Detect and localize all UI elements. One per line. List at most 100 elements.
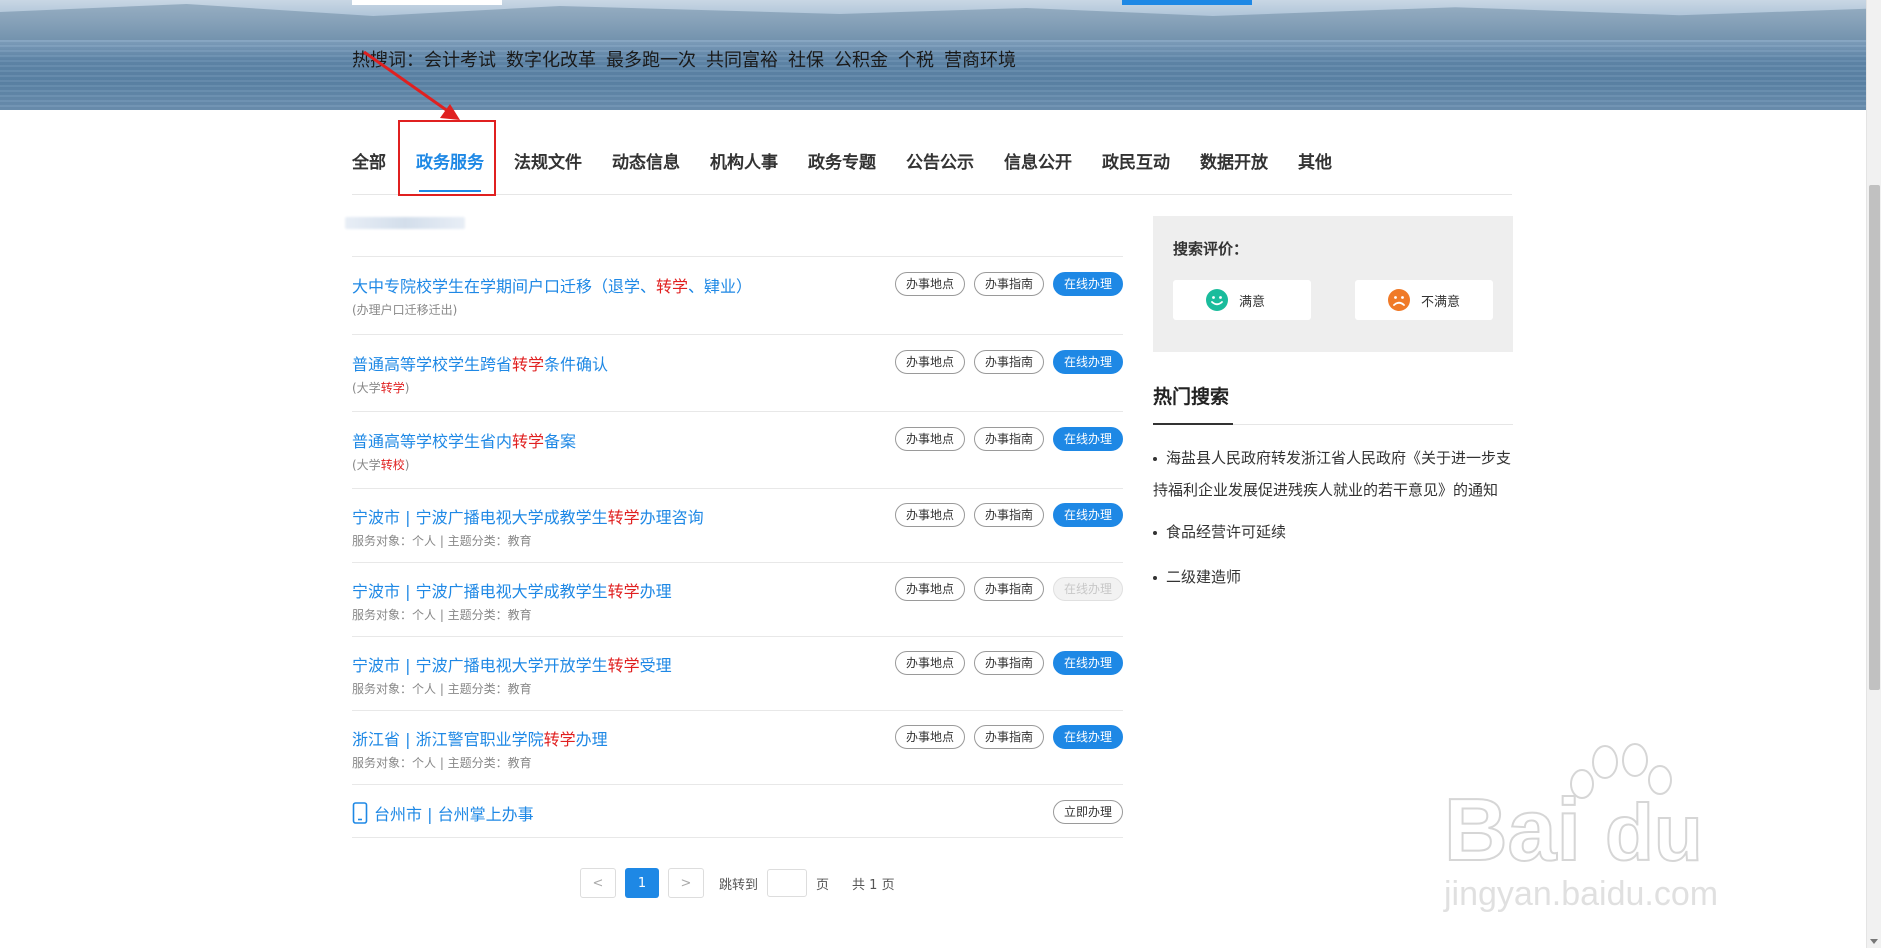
hot-word[interactable]: 公积金 bbox=[834, 46, 888, 72]
result-actions: 立即办理 bbox=[1052, 800, 1123, 824]
result-actions: 办事地点 办事指南 在线办理 bbox=[894, 577, 1123, 601]
result-item: 普通高等学校学生省内转学备案 (大学转校) 办事地点 办事指南 在线办理 bbox=[352, 411, 1123, 488]
online-handle-button[interactable]: 在线办理 bbox=[1052, 651, 1123, 675]
online-handle-button[interactable]: 在线办理 bbox=[1052, 725, 1123, 749]
office-location-button[interactable]: 办事地点 bbox=[894, 272, 965, 296]
service-guide-button[interactable]: 办事指南 bbox=[973, 272, 1044, 296]
category-tabs: 全部 政务服务 法规文件 动态信息 机构人事 政务专题 公告公示 信息公开 政民… bbox=[352, 150, 1347, 192]
next-page-button[interactable]: > bbox=[668, 868, 704, 898]
result-actions: 办事地点 办事指南 在线办理 bbox=[894, 350, 1123, 374]
result-actions: 办事地点 办事指南 在线办理 bbox=[894, 272, 1123, 296]
page-scrollbar[interactable] bbox=[1866, 0, 1881, 948]
hot-search-item[interactable]: 二级建造师 bbox=[1153, 561, 1513, 593]
search-evaluation-panel: 搜索评价： 满意 不满意 bbox=[1153, 216, 1513, 352]
results-list: 大中专院校学生在学期间户口迁移（退学、转学、肄业） (办理户口迁移迁出) 办事地… bbox=[352, 256, 1123, 838]
hot-word[interactable]: 营商环境 bbox=[944, 46, 1016, 72]
unsatisfied-button[interactable]: 不满意 bbox=[1355, 280, 1493, 320]
hot-search-list: 海盐县人民政府转发浙江省人民政府《关于进一步支持福利企业发展促进残疾人就业的若干… bbox=[1153, 442, 1513, 593]
service-guide-button[interactable]: 办事指南 bbox=[973, 651, 1044, 675]
result-actions: 办事地点 办事指南 在线办理 bbox=[894, 503, 1123, 527]
result-item-mobile: 台州市 | 台州掌上办事 立即办理 bbox=[352, 784, 1123, 838]
hot-word[interactable]: 共同富裕 bbox=[706, 46, 778, 72]
smile-icon bbox=[1206, 289, 1228, 311]
office-location-button[interactable]: 办事地点 bbox=[894, 651, 965, 675]
service-guide-button[interactable]: 办事指南 bbox=[973, 725, 1044, 749]
tab-other[interactable]: 其他 bbox=[1283, 150, 1347, 176]
tab-announcements[interactable]: 公告公示 bbox=[891, 150, 989, 176]
hot-word[interactable]: 数字化改革 bbox=[506, 46, 596, 72]
tab-news[interactable]: 动态信息 bbox=[597, 150, 695, 176]
result-item: 宁波市 | 宁波广播电视大学成教学生转学办理 服务对象：个人 | 主题分类：教育… bbox=[352, 562, 1123, 636]
result-subtitle: 服务对象：个人 | 主题分类：教育 bbox=[352, 534, 532, 548]
search-button-edge[interactable] bbox=[1122, 0, 1252, 5]
result-item: 浙江省 | 浙江警官职业学院转学办理 服务对象：个人 | 主题分类：教育 办事地… bbox=[352, 710, 1123, 784]
tab-regulations[interactable]: 法规文件 bbox=[499, 150, 597, 176]
svg-text:du: du bbox=[1605, 788, 1703, 877]
current-page-button[interactable]: 1 bbox=[625, 868, 659, 898]
svg-text:jingyan.baidu.com: jingyan.baidu.com bbox=[1443, 875, 1718, 913]
result-actions: 办事地点 办事指南 在线办理 bbox=[894, 427, 1123, 451]
bullet-icon bbox=[1153, 530, 1157, 535]
search-input-edge[interactable] bbox=[352, 0, 502, 5]
service-guide-button[interactable]: 办事指南 bbox=[973, 350, 1044, 374]
hot-word[interactable]: 社保 bbox=[788, 46, 824, 72]
office-location-button[interactable]: 办事地点 bbox=[894, 427, 965, 451]
annotation-arrow-icon bbox=[363, 50, 460, 120]
top-banner: 热搜词： 会计考试 数字化改革 最多跑一次 共同富裕 社保 公积金 个税 营商环… bbox=[0, 0, 1866, 110]
result-subtitle: 服务对象：个人 | 主题分类：教育 bbox=[352, 682, 532, 696]
tab-topics[interactable]: 政务专题 bbox=[793, 150, 891, 176]
tab-all[interactable]: 全部 bbox=[352, 150, 401, 176]
tab-interaction[interactable]: 政民互动 bbox=[1087, 150, 1185, 176]
pagination: < 1 > 跳转到 页 共 1 页 bbox=[580, 868, 895, 898]
bullet-icon bbox=[1153, 456, 1157, 461]
result-subtitle: (大学转校) bbox=[352, 458, 410, 472]
hot-search-item[interactable]: 海盐县人民政府转发浙江省人民政府《关于进一步支持福利企业发展促进残疾人就业的若干… bbox=[1153, 442, 1513, 506]
service-guide-button[interactable]: 办事指南 bbox=[973, 577, 1044, 601]
satisfied-label: 满意 bbox=[1239, 294, 1266, 310]
online-handle-button[interactable]: 在线办理 bbox=[1052, 350, 1123, 374]
bullet-icon bbox=[1153, 575, 1157, 580]
result-item: 宁波市 | 宁波广播电视大学成教学生转学办理咨询 服务对象：个人 | 主题分类：… bbox=[352, 488, 1123, 562]
result-item: 普通高等学校学生跨省转学条件确认 (大学转学) 办事地点 办事指南 在线办理 bbox=[352, 334, 1123, 411]
tab-personnel[interactable]: 机构人事 bbox=[695, 150, 793, 176]
evaluation-label: 搜索评价： bbox=[1173, 240, 1249, 258]
jump-label: 跳转到 bbox=[719, 877, 759, 893]
result-title[interactable]: 台州市 | 台州掌上办事 bbox=[352, 801, 1123, 825]
result-item: 宁波市 | 宁波广播电视大学开放学生转学受理 服务对象：个人 | 主题分类：教育… bbox=[352, 636, 1123, 710]
annotation-highlight-box bbox=[398, 120, 496, 196]
baidu-jingyan-watermark: Bai du jingyan.baidu.com bbox=[1443, 743, 1718, 913]
satisfied-button[interactable]: 满意 bbox=[1173, 280, 1311, 320]
svg-text:Bai: Bai bbox=[1444, 780, 1581, 879]
result-subtitle: (办理户口迁移迁出) bbox=[352, 303, 458, 317]
page-unit-label: 页 bbox=[816, 877, 830, 893]
office-location-button[interactable]: 办事地点 bbox=[894, 350, 965, 374]
online-handle-button[interactable]: 在线办理 bbox=[1052, 427, 1123, 451]
online-handle-button-disabled: 在线办理 bbox=[1052, 577, 1123, 601]
scroll-down-icon[interactable] bbox=[1870, 939, 1878, 944]
tab-info-disclosure[interactable]: 信息公开 bbox=[989, 150, 1087, 176]
online-handle-button[interactable]: 在线办理 bbox=[1052, 503, 1123, 527]
banner-hills bbox=[0, 4, 1866, 40]
office-location-button[interactable]: 办事地点 bbox=[894, 503, 965, 527]
office-location-button[interactable]: 办事地点 bbox=[894, 725, 965, 749]
service-guide-button[interactable]: 办事指南 bbox=[973, 503, 1044, 527]
result-subtitle: (大学转学) bbox=[352, 381, 410, 395]
frown-icon bbox=[1388, 289, 1410, 311]
prev-page-button[interactable]: < bbox=[580, 868, 616, 898]
handle-now-button[interactable]: 立即办理 bbox=[1052, 800, 1123, 824]
service-guide-button[interactable]: 办事指南 bbox=[973, 427, 1044, 451]
result-actions: 办事地点 办事指南 在线办理 bbox=[894, 651, 1123, 675]
office-location-button[interactable]: 办事地点 bbox=[894, 577, 965, 601]
result-subtitle: 服务对象：个人 | 主题分类：教育 bbox=[352, 608, 532, 622]
hot-search-item[interactable]: 食品经营许可延续 bbox=[1153, 516, 1513, 548]
scrollbar-thumb[interactable] bbox=[1869, 185, 1880, 690]
hot-search-title: 热门搜索 bbox=[1153, 386, 1230, 408]
online-handle-button[interactable]: 在线办理 bbox=[1052, 272, 1123, 296]
tabs-divider bbox=[352, 194, 1512, 195]
hot-word[interactable]: 最多跑一次 bbox=[606, 46, 696, 72]
hot-search-underline bbox=[1153, 423, 1233, 425]
page-jump-input[interactable] bbox=[767, 869, 808, 897]
tab-open-data[interactable]: 数据开放 bbox=[1185, 150, 1283, 176]
hot-word[interactable]: 个税 bbox=[898, 46, 934, 72]
result-actions: 办事地点 办事指南 在线办理 bbox=[894, 725, 1123, 749]
